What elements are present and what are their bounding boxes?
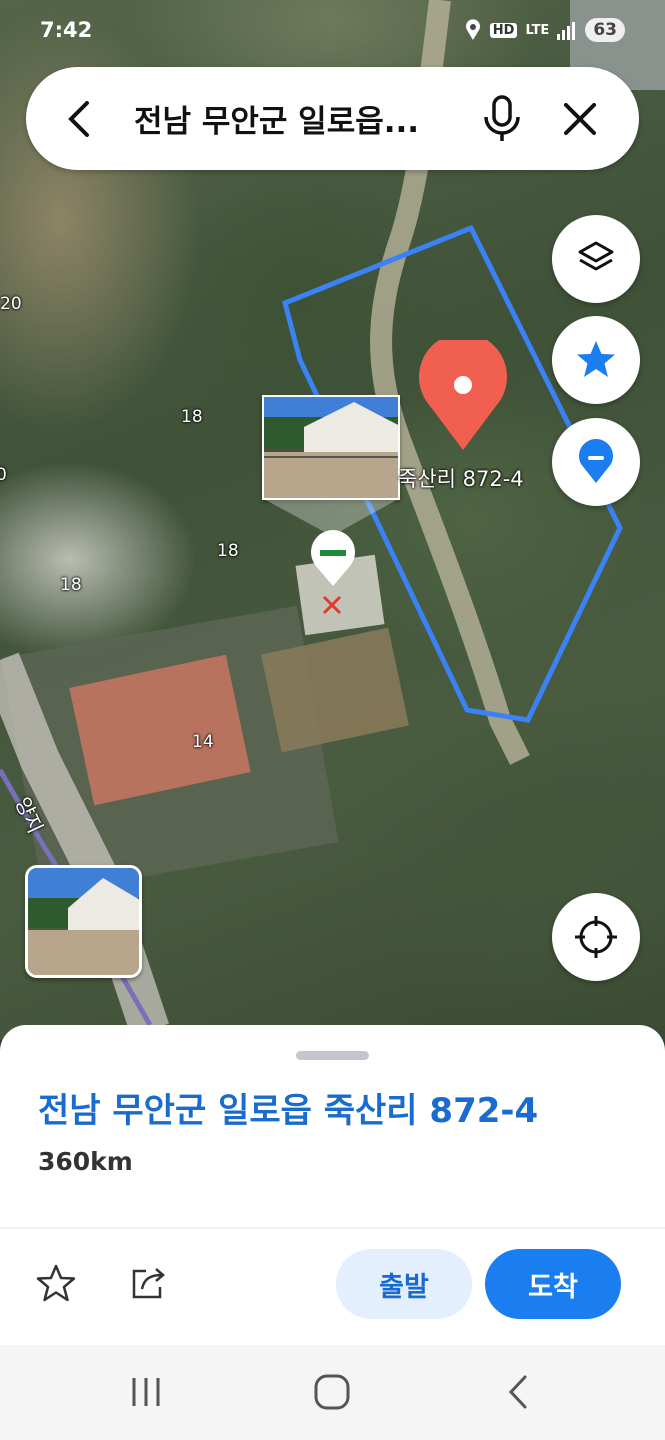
street-photo-thumbnail[interactable] (25, 865, 142, 978)
home-button[interactable] (302, 1367, 362, 1417)
back-arrow-icon (68, 100, 89, 137)
status-icons: HD LTE 63 (464, 18, 625, 42)
home-icon (314, 1374, 350, 1410)
elevation-label: 14 (192, 732, 214, 752)
location-icon (465, 19, 480, 40)
star-icon (577, 341, 615, 377)
back-icon (508, 1375, 527, 1409)
elevation-label: 18 (181, 407, 203, 427)
microphone-icon (484, 94, 520, 141)
recent-apps-button[interactable] (116, 1367, 176, 1417)
place-address: 전남 무안군 일로읍 죽산리 872-4 (38, 1091, 539, 1131)
star-outline-icon (36, 1264, 76, 1302)
divider (0, 1227, 665, 1229)
place-detail-sheet[interactable]: 전남 무안군 일로읍 죽산리 872-4 360km 출발 도착 (0, 1025, 665, 1345)
system-nav-bar (0, 1345, 665, 1440)
recent-apps-icon (132, 1378, 160, 1406)
network-type: LTE (525, 22, 550, 38)
clock: 7:42 (40, 18, 93, 42)
search-query[interactable]: 전남 무안군 일로읍... (134, 96, 463, 141)
back-button[interactable] (26, 67, 134, 170)
layers-button[interactable] (552, 215, 640, 303)
elevation-label: 0 (0, 465, 7, 485)
elevation-label: 18 (60, 575, 82, 595)
battery-level: 63 (585, 18, 625, 42)
cctv-marker-icon[interactable] (310, 530, 356, 590)
system-back-button[interactable] (488, 1367, 548, 1417)
location-marker-icon[interactable] (418, 340, 508, 452)
my-places-button[interactable] (552, 418, 640, 506)
place-label: 죽산리 872-4 (398, 467, 524, 491)
signal-icon (557, 22, 576, 40)
x-mark-icon (322, 595, 342, 615)
set-destination-button[interactable]: 도착 (485, 1249, 621, 1319)
voice-search-button[interactable] (463, 67, 541, 170)
clear-search-button[interactable] (541, 67, 619, 170)
photo-marker[interactable] (262, 395, 400, 500)
search-bar[interactable]: 전남 무안군 일로읍... (26, 67, 639, 170)
crosshair-icon (575, 916, 617, 958)
place-distance: 360km (38, 1147, 133, 1176)
favorites-button[interactable] (552, 316, 640, 404)
elevation-label: 20 (0, 294, 22, 314)
layers-icon (578, 241, 614, 271)
save-place-button[interactable] (34, 1261, 78, 1305)
house-photo (264, 397, 398, 498)
sheet-drag-handle[interactable] (296, 1051, 369, 1060)
set-departure-button[interactable]: 출발 (336, 1249, 472, 1319)
share-icon (132, 1268, 165, 1299)
current-location-button[interactable] (552, 893, 640, 981)
close-icon (564, 102, 596, 135)
share-button[interactable] (126, 1261, 170, 1305)
location-pin-icon (579, 439, 613, 483)
status-bar: 7:42 HD LTE 63 (0, 0, 665, 62)
house-photo (28, 868, 139, 975)
hd-voice-icon: HD (489, 22, 518, 38)
elevation-label: 18 (217, 541, 239, 561)
